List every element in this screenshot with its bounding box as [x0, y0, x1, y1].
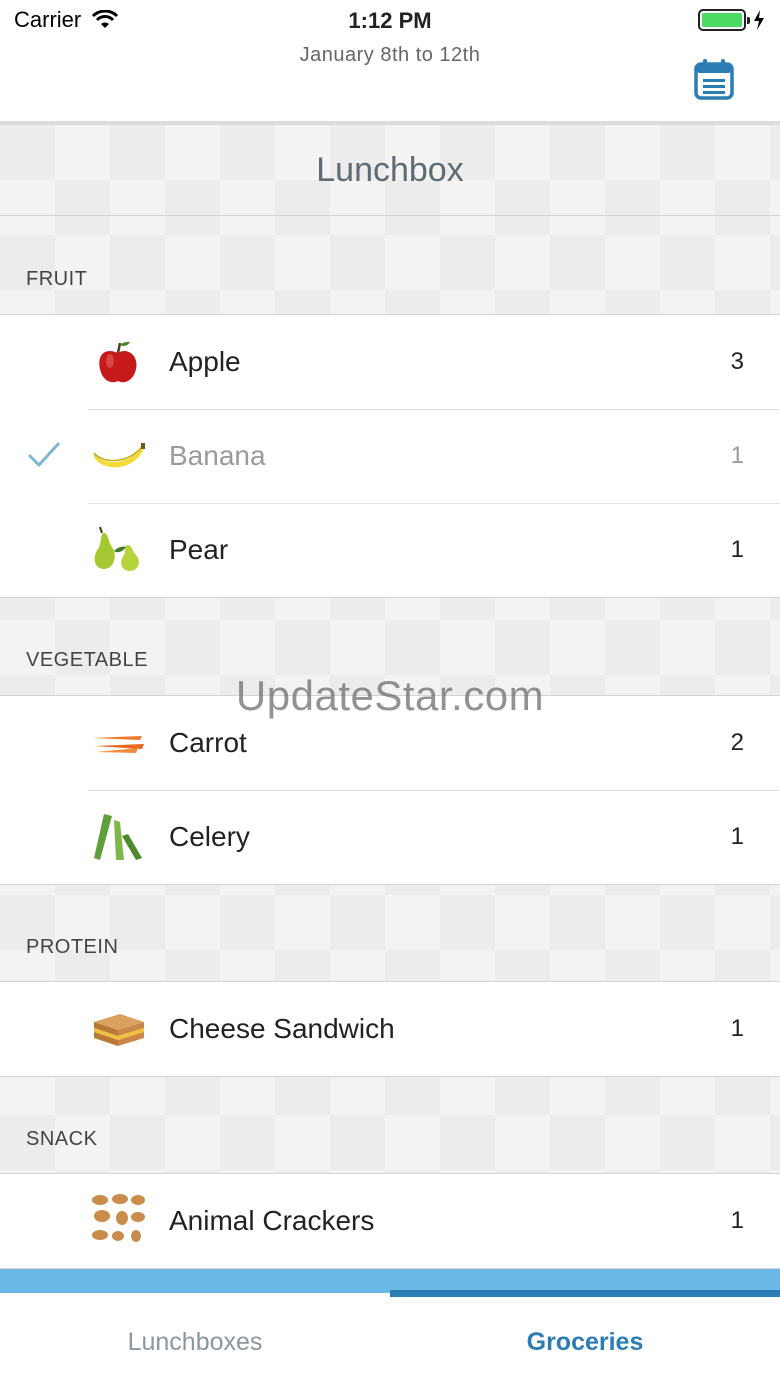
- item-quantity: 1: [730, 442, 744, 469]
- list-item-celery[interactable]: Celery 1: [0, 790, 780, 884]
- item-quantity: 3: [730, 348, 744, 375]
- item-name: Pear: [169, 534, 229, 565]
- list-item-banana[interactable]: Banana 1: [0, 409, 780, 503]
- section-snack: Animal Crackers 1: [0, 1173, 780, 1269]
- item-name: Banana: [169, 440, 266, 471]
- section-header-fruit: FRUIT: [26, 268, 88, 290]
- section-header-snack: SNACK: [26, 1128, 98, 1150]
- item-name: Carrot: [169, 727, 247, 758]
- tab-groceries[interactable]: Groceries: [390, 1297, 780, 1387]
- item-name: Animal Crackers: [169, 1205, 375, 1236]
- celery-icon: [94, 814, 142, 860]
- carrot-icon: [92, 736, 144, 753]
- section-fruit: Apple 3 Banana 1 Pear 1: [0, 314, 780, 598]
- item-quantity: 1: [730, 823, 744, 850]
- list-item-animal-crackers[interactable]: Animal Crackers 1: [0, 1174, 780, 1268]
- tab-lunchboxes[interactable]: Lunchboxes: [0, 1297, 390, 1387]
- section-header-protein: PROTEIN: [26, 936, 119, 958]
- list-item-pear[interactable]: Pear 1: [0, 503, 780, 597]
- status-time: 1:12 PM: [348, 8, 432, 33]
- date-range: January 8th to 12th: [299, 44, 481, 66]
- item-name: Cheese Sandwich: [169, 1013, 395, 1044]
- banana-icon: [93, 443, 145, 468]
- list-item-apple[interactable]: Apple 3: [0, 315, 780, 409]
- tab-bar: Lunchboxes Groceries: [0, 1297, 780, 1387]
- apple-icon: [99, 341, 137, 383]
- section-vegetable: Carrot 2 Celery 1: [0, 695, 780, 885]
- section-protein: Cheese Sandwich 1: [0, 981, 780, 1077]
- section-header-vegetable: VEGETABLE: [26, 649, 148, 671]
- active-tab-indicator: [390, 1290, 780, 1297]
- item-name: Celery: [169, 821, 250, 852]
- item-quantity: 2: [730, 729, 744, 756]
- header: January 8th to 12th: [0, 40, 780, 122]
- calendar-list-icon[interactable]: [694, 58, 734, 100]
- item-quantity: 1: [730, 1207, 744, 1234]
- list-item-cheese-sandwich[interactable]: Cheese Sandwich 1: [0, 982, 780, 1076]
- checkmark-icon: [27, 441, 61, 468]
- item-quantity: 1: [730, 536, 744, 563]
- pear-icon: [94, 526, 139, 571]
- sandwich-icon: [94, 1014, 144, 1046]
- lunchbox-title: Lunchbox: [0, 125, 780, 216]
- crackers-icon: [92, 1194, 145, 1242]
- watermark: UpdateStar.com: [235, 672, 545, 719]
- item-name: Apple: [169, 346, 241, 377]
- item-quantity: 1: [730, 1015, 744, 1042]
